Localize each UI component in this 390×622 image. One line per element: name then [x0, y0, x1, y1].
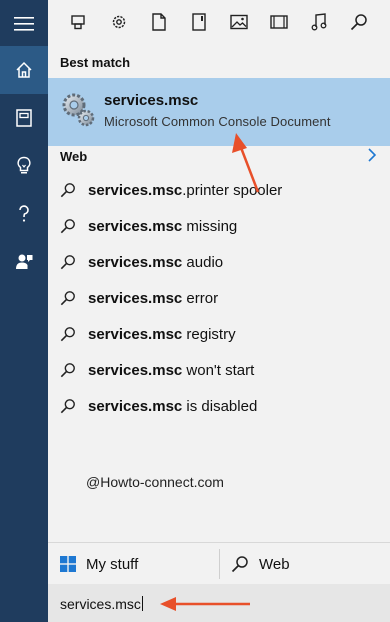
best-match-result[interactable]: services.msc Microsoft Common Console Do…: [48, 78, 390, 146]
search-icon: [48, 218, 88, 234]
suggestion-rest: audio: [182, 253, 224, 271]
suggestion-rest: registry: [182, 325, 236, 343]
tab-my-stuff[interactable]: My stuff: [60, 543, 138, 585]
feedback-button[interactable]: [0, 238, 48, 286]
search-input-value: services.msc: [60, 596, 141, 612]
services-gear-icon: [62, 93, 95, 127]
web-suggestion-text: services.msc error: [88, 290, 218, 307]
tab-web-label: Web: [259, 555, 290, 573]
web-section-label: Web: [60, 149, 88, 164]
suggestion-rest: .printer spooler: [182, 181, 283, 199]
tab-web[interactable]: Web: [231, 543, 290, 585]
hamburger-menu-icon: [14, 17, 34, 31]
feedback-icon: [16, 254, 33, 269]
web-suggestion-text: services.msc is disabled: [88, 398, 257, 415]
web-suggestion-text: services.msc registry: [88, 326, 236, 343]
filter-photos-button[interactable]: [223, 6, 255, 38]
suggestion-rest: missing: [182, 217, 238, 235]
tab-my-stuff-label: My stuff: [86, 555, 139, 573]
watermark-text: @Howto-connect.com: [86, 474, 224, 490]
search-icon: [48, 398, 88, 414]
search-input[interactable]: services.msc: [48, 584, 390, 622]
suggestion-bold-term: services.msc: [88, 217, 183, 235]
scope-tabs: My stuff Web: [48, 542, 390, 584]
search-icon: [231, 556, 248, 573]
settings-icon: [112, 15, 126, 29]
suggestion-bold-term: services.msc: [88, 325, 183, 343]
web-suggestion-text: services.msc won't start: [88, 362, 254, 379]
notebook-icon: [16, 109, 32, 127]
suggestion-bold-term: services.msc: [88, 361, 183, 379]
search-icon: [350, 14, 367, 31]
web-suggestion-item[interactable]: services.msc error: [48, 280, 390, 316]
suggestion-rest: error: [182, 289, 219, 307]
web-suggestion-text: services.msc audio: [88, 254, 223, 271]
home-icon: [16, 61, 32, 78]
help-button[interactable]: [0, 190, 48, 238]
suggestion-bold-term: services.msc: [88, 253, 183, 271]
windows-logo-icon: [60, 556, 76, 572]
suggestion-bold-term: services.msc: [88, 397, 183, 415]
search-icon: [48, 182, 88, 198]
results-panel: Best match services.msc Microsoft Common…: [48, 44, 390, 542]
web-suggestion-item[interactable]: services.msc registry: [48, 316, 390, 352]
filter-apps-button[interactable]: [63, 6, 95, 38]
filter-videos-button[interactable]: [263, 6, 295, 38]
web-suggestion-item[interactable]: services.msc won't start: [48, 352, 390, 388]
search-filter-bar: [48, 0, 390, 44]
chevron-right-icon[interactable]: [368, 148, 376, 162]
home-button[interactable]: [0, 46, 48, 94]
search-icon: [48, 362, 88, 378]
search-icon: [48, 290, 88, 306]
search-icon: [48, 254, 88, 270]
apps-icon: [71, 15, 85, 30]
suggestion-rest: won't start: [182, 361, 255, 379]
web-suggestion-item[interactable]: services.msc audio: [48, 244, 390, 280]
music-icon: [311, 13, 327, 31]
suggestion-bold-term: services.msc: [88, 289, 183, 307]
best-match-title: services.msc: [104, 92, 199, 109]
filter-music-button[interactable]: [303, 6, 335, 38]
filter-search-button[interactable]: [343, 6, 375, 38]
web-suggestion-item[interactable]: services.msc missing: [48, 208, 390, 244]
lightbulb-icon: [17, 156, 31, 174]
best-match-label: Best match: [60, 55, 131, 70]
help-icon: [19, 205, 29, 222]
photos-icon: [230, 14, 248, 30]
videos-icon: [270, 15, 288, 29]
hamburger-menu-button[interactable]: [0, 0, 48, 48]
reminders-button[interactable]: [0, 142, 48, 190]
web-suggestion-text: services.msc.printer spooler: [88, 182, 282, 199]
filter-settings-button[interactable]: [103, 6, 135, 38]
left-rail: [0, 0, 48, 622]
web-suggestion-item[interactable]: services.msc is disabled: [48, 388, 390, 424]
suggestion-bold-term: services.msc: [88, 181, 183, 199]
notebook-button[interactable]: [0, 94, 48, 142]
documents-icon: [152, 13, 166, 31]
best-match-subtitle: Microsoft Common Console Document: [104, 114, 331, 129]
folders-icon: [192, 13, 206, 31]
search-icon: [48, 326, 88, 342]
web-suggestion-text: services.msc missing: [88, 218, 237, 235]
tab-divider: [219, 549, 220, 579]
web-suggestion-item[interactable]: services.msc.printer spooler: [48, 172, 390, 208]
filter-documents-button[interactable]: [143, 6, 175, 38]
suggestion-rest: is disabled: [182, 397, 258, 415]
text-caret: [141, 596, 143, 611]
filter-folders-button[interactable]: [183, 6, 215, 38]
